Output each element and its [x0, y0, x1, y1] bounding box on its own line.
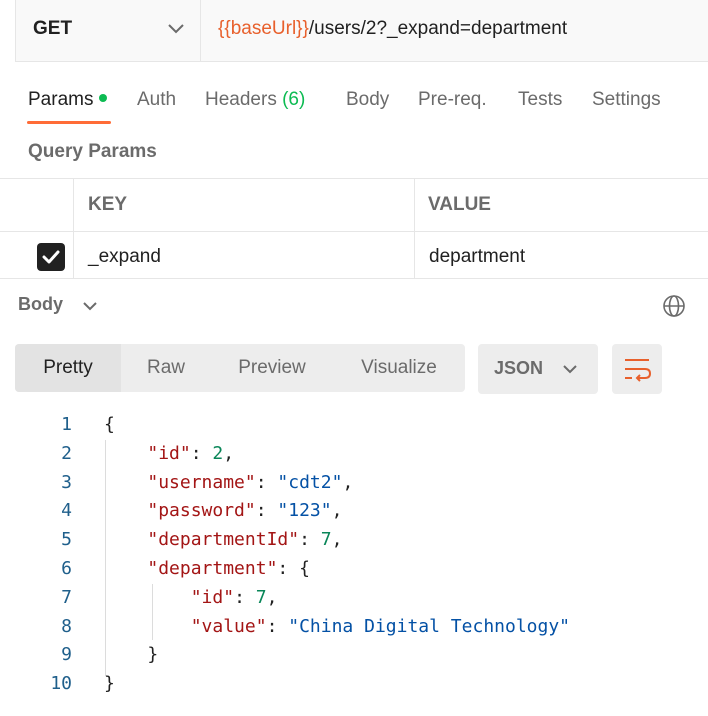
- line-number: 6: [61, 558, 72, 579]
- response-body-label[interactable]: Body: [18, 294, 63, 315]
- param-value-cell[interactable]: department: [429, 246, 525, 268]
- code-line: "username": "cdt2",: [147, 472, 354, 493]
- code-line: "department": {: [147, 558, 310, 579]
- code-line: }: [104, 644, 159, 665]
- chevron-down-icon[interactable]: [82, 299, 98, 313]
- line-number: 7: [61, 587, 72, 608]
- method-label: GET: [33, 18, 73, 39]
- table-col-divider: [73, 178, 74, 278]
- table-bottom-border: [0, 278, 708, 279]
- url-input[interactable]: {{baseUrl}}/users/2?_expand=department: [218, 18, 567, 40]
- tab-auth[interactable]: Auth: [137, 89, 176, 111]
- tab-settings[interactable]: Settings: [592, 89, 661, 111]
- chevron-down-icon: [563, 365, 577, 374]
- format-select[interactable]: JSON: [478, 344, 598, 394]
- view-visualize[interactable]: Visualize: [333, 344, 465, 392]
- table-header-border: [0, 231, 708, 232]
- view-pretty[interactable]: Pretty: [15, 344, 121, 392]
- params-active-dot: [99, 93, 108, 102]
- code-line: "password": "123",: [147, 500, 343, 521]
- line-number: 10: [50, 673, 72, 694]
- line-number: 2: [61, 443, 72, 464]
- line-number: 8: [61, 616, 72, 637]
- tab-pre-req[interactable]: Pre-req.: [418, 89, 487, 111]
- param-key-cell[interactable]: _expand: [88, 246, 161, 268]
- view-preview[interactable]: Preview: [211, 344, 333, 392]
- table-top-border: [0, 178, 708, 179]
- code-line: "id": 2,: [147, 443, 235, 464]
- globe-icon[interactable]: [662, 294, 686, 318]
- url-bar: GET {{baseUrl}}/users/2?_expand=departme…: [15, 0, 708, 62]
- line-number: 4: [61, 500, 72, 521]
- query-params-title: Query Params: [28, 141, 157, 162]
- view-mode-selector: Pretty Raw Preview Visualize: [15, 344, 465, 392]
- code-line: }: [104, 673, 115, 694]
- check-icon: [42, 250, 60, 264]
- wrap-lines-button[interactable]: [612, 344, 662, 394]
- chevron-down-icon: [168, 24, 184, 34]
- line-number: 5: [61, 529, 72, 550]
- param-checkbox[interactable]: [37, 243, 65, 271]
- line-number: 1: [61, 414, 72, 435]
- tab-headers[interactable]: Headers (6): [205, 89, 305, 111]
- url-path: /users/2?_expand=department: [308, 18, 568, 39]
- headers-count: (6): [282, 89, 306, 110]
- table-col-divider: [414, 178, 415, 278]
- code-line: "departmentId": 7,: [147, 529, 343, 550]
- active-tab-indicator: [27, 121, 111, 124]
- method-selector[interactable]: GET: [16, 0, 201, 61]
- wrap-lines-icon: [625, 359, 652, 382]
- tab-params[interactable]: Params: [28, 89, 108, 111]
- column-header-value: VALUE: [428, 194, 491, 215]
- view-raw[interactable]: Raw: [121, 344, 211, 392]
- tab-tests[interactable]: Tests: [518, 89, 562, 111]
- format-label: JSON: [494, 358, 544, 378]
- line-number: 9: [61, 644, 72, 665]
- column-header-key: KEY: [88, 194, 128, 215]
- line-number: 3: [61, 472, 72, 493]
- url-variable: {{baseUrl}}: [218, 18, 309, 39]
- code-line: {: [104, 414, 115, 435]
- code-line: "value": "China Digital Technology": [190, 616, 571, 637]
- code-line: "id": 7,: [190, 587, 278, 608]
- tab-body[interactable]: Body: [346, 89, 389, 111]
